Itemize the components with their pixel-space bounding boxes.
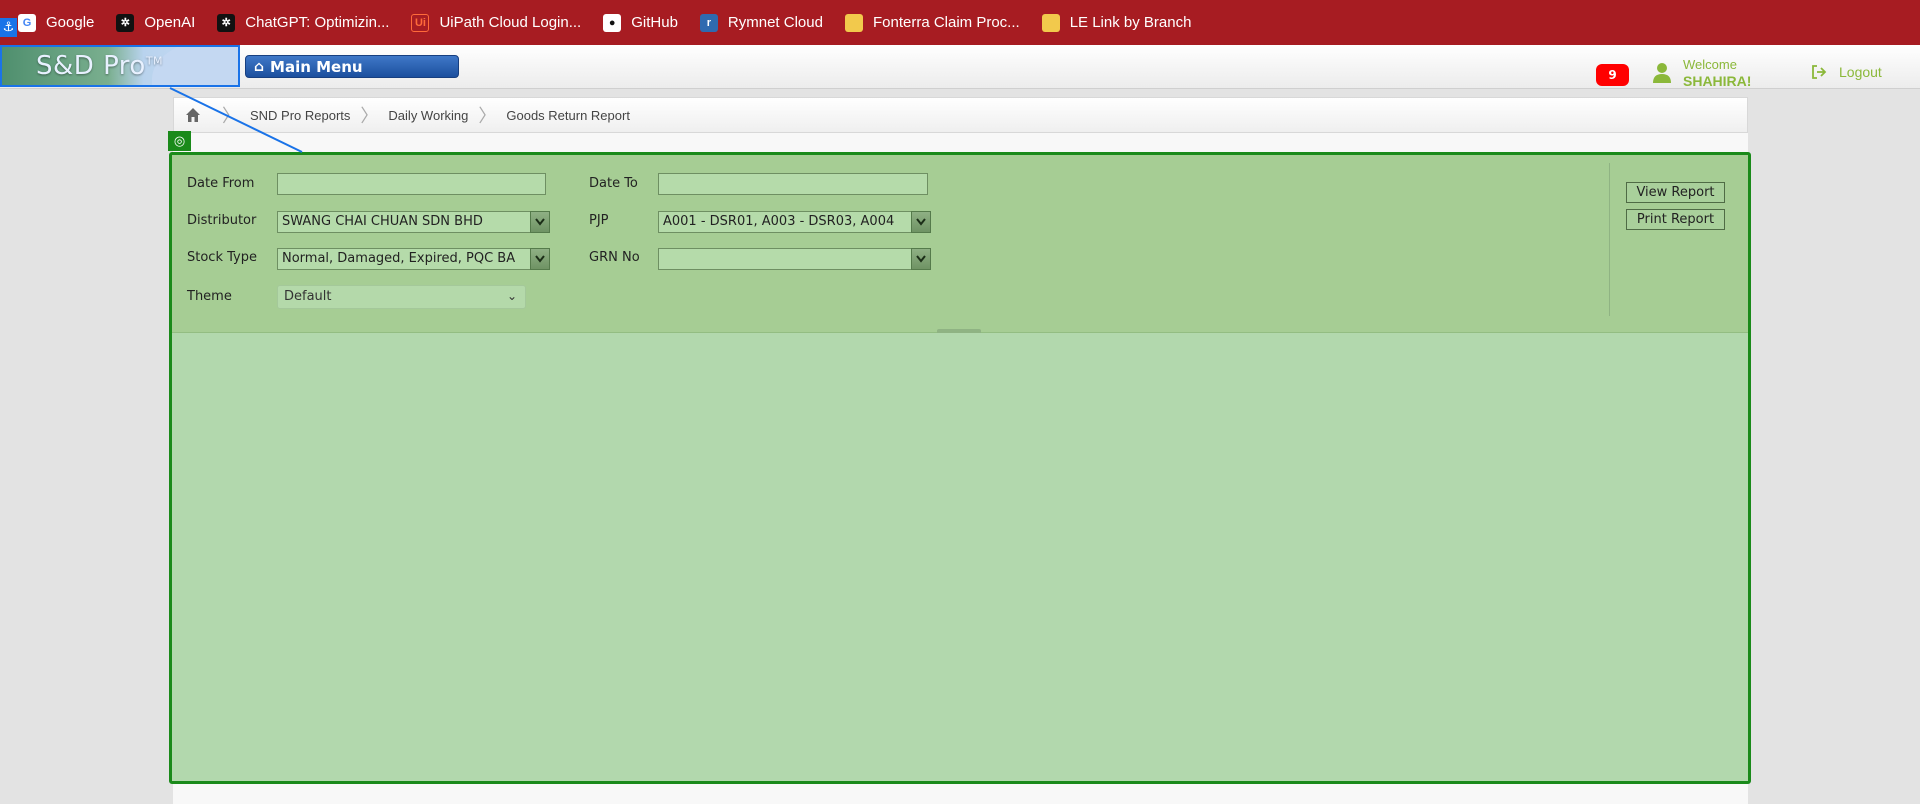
pjp-label: PJP — [589, 213, 609, 228]
distributor-label: Distributor — [187, 213, 257, 228]
openai-icon: ✲ — [116, 13, 135, 32]
breadcrumb: 〉 SND Pro Reports 〉 Daily Working 〉 Good… — [173, 97, 1748, 133]
stock-type-field[interactable]: Normal, Damaged, Expired, PQC BA — [277, 248, 531, 270]
breadcrumb-item[interactable]: SND Pro Reports — [250, 108, 350, 123]
date-from-label: Date From — [187, 176, 255, 191]
breadcrumb-item: Goods Return Report — [506, 107, 630, 123]
chevron-down-icon — [535, 255, 545, 263]
user-name: SHAHIRA! — [1683, 73, 1752, 89]
google-icon: G — [18, 13, 36, 32]
bookmarks-bar: G Google ✲ OpenAI ✲ ChatGPT: Optimizin..… — [0, 0, 1920, 45]
bookmark-chatgpt[interactable]: ✲ ChatGPT: Optimizin... — [217, 13, 390, 32]
chevron-down-icon — [916, 255, 926, 263]
openai-icon: ✲ — [217, 13, 236, 32]
date-to-label: Date To — [589, 176, 638, 191]
logo-trademark: TM — [145, 54, 164, 68]
logout-button[interactable]: Logout — [1811, 64, 1882, 80]
theme-label: Theme — [187, 289, 232, 304]
bookmark-le-link[interactable]: LE Link by Branch — [1041, 13, 1192, 32]
date-to-field[interactable] — [658, 173, 928, 195]
grn-no-label: GRN No — [589, 250, 640, 265]
rymnet-icon: r — [699, 13, 718, 32]
report-panel: Date From Date To Distributor SWANG CHAI… — [169, 152, 1751, 784]
anchor-icon: ⚓ — [0, 18, 17, 37]
print-report-button[interactable]: Print Report — [1626, 209, 1725, 230]
distributor-field[interactable]: SWANG CHAI CHUAN SDN BHD — [277, 211, 531, 233]
chevron-down-icon — [535, 218, 545, 226]
bookmark-label: Rymnet Cloud — [727, 14, 823, 31]
date-from-field[interactable] — [277, 173, 546, 195]
bookmark-label: OpenAI — [144, 14, 196, 31]
grn-no-field[interactable] — [658, 248, 912, 270]
welcome-text: Welcome SHAHIRA! — [1683, 57, 1751, 89]
filter-form: Date From Date To Distributor SWANG CHAI… — [172, 155, 1748, 333]
pjp-field[interactable]: A001 - DSR01, A003 - DSR03, A004 — [658, 211, 912, 233]
view-report-button[interactable]: View Report — [1626, 182, 1725, 203]
form-divider — [1609, 163, 1610, 316]
home-icon: ⌂ — [254, 58, 265, 75]
breadcrumb-separator-icon: 〉 — [222, 106, 240, 126]
bookmark-label: UiPath Cloud Login... — [439, 14, 582, 31]
github-icon: ● — [603, 13, 622, 32]
stock-type-dropdown-button[interactable] — [530, 248, 550, 270]
breadcrumb-separator-icon: 〉 — [360, 106, 379, 126]
notification-badge[interactable]: 9 — [1596, 64, 1629, 86]
bookmark-label: GitHub — [631, 14, 678, 31]
bookmark-google[interactable]: G Google — [18, 13, 95, 32]
main-menu-label: Main Menu — [270, 57, 363, 76]
breadcrumb-item[interactable]: Daily Working — [388, 108, 468, 123]
bookmark-uipath[interactable]: Ui UiPath Cloud Login... — [411, 13, 582, 32]
main-menu-button[interactable]: ⌂ Main Menu — [245, 55, 459, 78]
logo-name: S&D Pro — [36, 51, 146, 81]
bookmark-label: ChatGPT: Optimizin... — [245, 14, 390, 31]
logo-swoosh — [152, 47, 238, 85]
theme-select-value: Default — [284, 289, 332, 304]
bookmark-label: LE Link by Branch — [1069, 14, 1192, 31]
bookmark-github[interactable]: ● GitHub — [603, 13, 678, 32]
bookmark-fonterra[interactable]: Fonterra Claim Proc... — [844, 13, 1020, 32]
bookmark-folder-icon — [1041, 13, 1060, 32]
bookmark-openai[interactable]: ✲ OpenAI — [116, 13, 196, 32]
logo-text: S&D ProTM — [36, 51, 163, 81]
bookmark-label: Google — [46, 14, 95, 31]
grn-no-dropdown-button[interactable] — [911, 248, 931, 270]
report-results-area — [172, 333, 1748, 781]
home-icon[interactable] — [184, 106, 202, 124]
app-logo[interactable]: S&D ProTM — [0, 45, 240, 87]
bookmark-rymnet[interactable]: r Rymnet Cloud — [699, 13, 823, 32]
theme-select[interactable]: Default ⌄ — [277, 285, 526, 309]
chevron-down-icon — [916, 218, 926, 226]
chevron-down-icon: ⌄ — [506, 289, 517, 303]
bookmark-label: Fonterra Claim Proc... — [872, 14, 1020, 31]
welcome-label: Welcome — [1683, 57, 1737, 72]
logout-icon — [1812, 65, 1827, 79]
target-icon: ◎ — [168, 131, 191, 151]
stock-type-label: Stock Type — [187, 250, 257, 265]
pjp-dropdown-button[interactable] — [911, 211, 931, 233]
logout-label: Logout — [1839, 64, 1882, 80]
bookmark-folder-icon — [844, 13, 863, 32]
user-icon — [1653, 63, 1671, 83]
uipath-icon: Ui — [411, 13, 430, 32]
breadcrumb-separator-icon: 〉 — [478, 106, 497, 126]
distributor-dropdown-button[interactable] — [530, 211, 550, 233]
